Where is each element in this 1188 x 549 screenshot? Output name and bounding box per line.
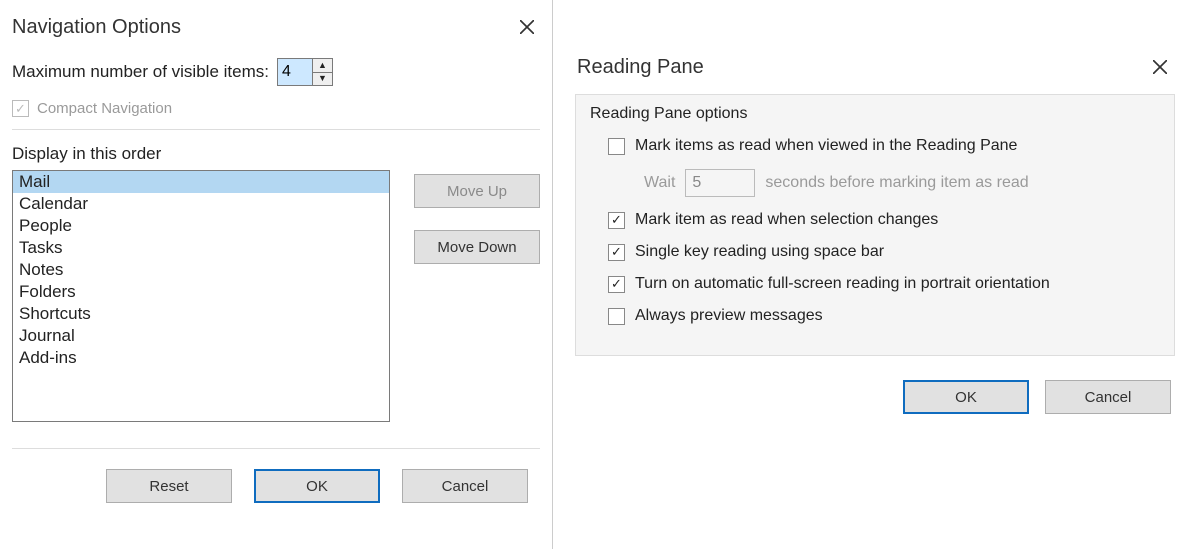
list-item[interactable]: Add-ins xyxy=(13,347,389,369)
max-visible-spinner[interactable]: ▲ ▼ xyxy=(277,58,333,86)
opt-fullscreen-row: Turn on automatic full-screen reading in… xyxy=(608,275,1160,293)
nav-titlebar: Navigation Options xyxy=(0,0,552,48)
rp-title: Reading Pane xyxy=(577,56,704,79)
opt-mark-viewed-row: Mark items as read when viewed in the Re… xyxy=(608,137,1160,155)
divider xyxy=(12,129,540,130)
opt-mark-viewed-label: Mark items as read when viewed in the Re… xyxy=(635,137,1017,155)
list-item[interactable]: Notes xyxy=(13,259,389,281)
reading-pane-dialog: Reading Pane Reading Pane options Mark i… xyxy=(565,40,1185,416)
wait-prefix: Wait xyxy=(644,174,675,192)
opt-single-key-label: Single key reading using space bar xyxy=(635,243,884,261)
cancel-button[interactable]: Cancel xyxy=(402,469,528,503)
list-item[interactable]: Calendar xyxy=(13,193,389,215)
list-item[interactable]: Tasks xyxy=(13,237,389,259)
list-item[interactable]: Folders xyxy=(13,281,389,303)
list-item[interactable]: People xyxy=(13,215,389,237)
opt-single-key-checkbox[interactable] xyxy=(608,244,625,261)
spinner-down-icon[interactable]: ▼ xyxy=(313,73,332,86)
opt-fullscreen-checkbox[interactable] xyxy=(608,276,625,293)
move-down-button[interactable]: Move Down xyxy=(414,230,540,264)
close-icon[interactable] xyxy=(514,14,540,40)
opt-mark-selection-row: Mark item as read when selection changes xyxy=(608,211,1160,229)
spinner-up-icon[interactable]: ▲ xyxy=(313,59,332,73)
opt-single-key-row: Single key reading using space bar xyxy=(608,243,1160,261)
opt-preview-checkbox[interactable] xyxy=(608,308,625,325)
compact-navigation-row: Compact Navigation xyxy=(12,100,540,117)
reading-pane-group-title: Reading Pane options xyxy=(590,105,1160,123)
ok-button[interactable]: OK xyxy=(903,380,1029,414)
close-icon[interactable] xyxy=(1147,54,1173,80)
navigation-options-dialog: Navigation Options Maximum number of vis… xyxy=(0,0,553,549)
move-up-button[interactable]: Move Up xyxy=(414,174,540,208)
wait-row: Wait seconds before marking item as read xyxy=(644,169,1160,197)
nav-title: Navigation Options xyxy=(12,16,181,39)
max-visible-label: Maximum number of visible items: xyxy=(12,62,269,82)
opt-mark-viewed-checkbox[interactable] xyxy=(608,138,625,155)
reset-button[interactable]: Reset xyxy=(106,469,232,503)
wait-seconds-input xyxy=(685,169,755,197)
opt-mark-selection-checkbox[interactable] xyxy=(608,212,625,229)
list-item[interactable]: Journal xyxy=(13,325,389,347)
opt-preview-row: Always preview messages xyxy=(608,307,1160,325)
list-item[interactable]: Shortcuts xyxy=(13,303,389,325)
list-item[interactable]: Mail xyxy=(13,171,389,193)
max-visible-row: Maximum number of visible items: ▲ ▼ xyxy=(12,58,540,86)
display-order-label: Display in this order xyxy=(12,144,540,164)
wait-suffix: seconds before marking item as read xyxy=(765,174,1028,192)
display-order-listbox[interactable]: MailCalendarPeopleTasksNotesFoldersShort… xyxy=(12,170,390,422)
reading-pane-group: Reading Pane options Mark items as read … xyxy=(575,94,1175,356)
rp-titlebar: Reading Pane xyxy=(565,40,1185,88)
opt-mark-selection-label: Mark item as read when selection changes xyxy=(635,211,938,229)
max-visible-input[interactable] xyxy=(278,59,312,85)
opt-preview-label: Always preview messages xyxy=(635,307,823,325)
opt-fullscreen-label: Turn on automatic full-screen reading in… xyxy=(635,275,1050,293)
compact-navigation-checkbox xyxy=(12,100,29,117)
compact-navigation-label: Compact Navigation xyxy=(37,100,172,117)
ok-button[interactable]: OK xyxy=(254,469,380,503)
cancel-button[interactable]: Cancel xyxy=(1045,380,1171,414)
